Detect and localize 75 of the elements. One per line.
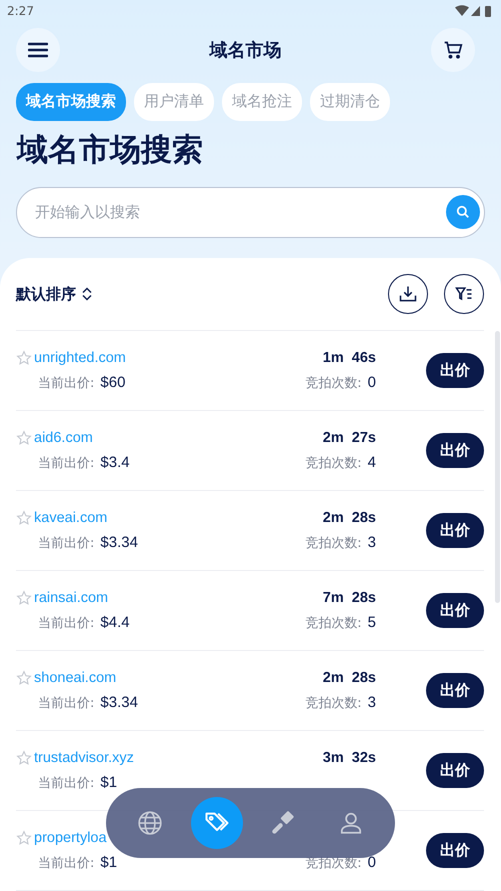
- bid-button[interactable]: 出价: [426, 833, 484, 868]
- bid-button[interactable]: 出价: [426, 433, 484, 468]
- download-button[interactable]: [388, 274, 428, 314]
- search-field[interactable]: 开始输入以搜索: [33, 202, 446, 222]
- price-value: $3.34: [100, 534, 138, 550]
- menu-button[interactable]: [16, 28, 60, 72]
- download-icon[interactable]: [398, 284, 418, 304]
- search-button[interactable]: [446, 195, 480, 230]
- filter-tab[interactable]: 用户清单: [134, 82, 214, 121]
- bids-value: 4: [368, 454, 376, 470]
- sort-button[interactable]: 默认排序: [16, 284, 92, 304]
- star-icon[interactable]: [16, 510, 32, 526]
- filter-tab[interactable]: 域名市场搜索: [16, 82, 126, 121]
- bids-value: 0: [368, 854, 376, 870]
- price-value: $4.4: [100, 614, 130, 630]
- price-value: $60: [100, 374, 126, 390]
- menu-icon[interactable]: [28, 42, 48, 58]
- price-label: 当前出价:: [38, 534, 94, 552]
- price-label: 当前出价:: [38, 854, 94, 872]
- filter-tab[interactable]: 域名抢注: [222, 82, 302, 121]
- bid-button[interactable]: 出价: [426, 673, 484, 708]
- bid-button[interactable]: 出价: [426, 593, 484, 628]
- time-remaining: 1m 46s: [322, 350, 376, 366]
- domain-link[interactable]: unrighted.com: [34, 350, 126, 366]
- time-remaining: 2m 28s: [322, 510, 376, 526]
- search-icon[interactable]: [456, 205, 470, 220]
- page-heading: 域名市场搜索: [17, 130, 204, 170]
- bids-value: 0: [368, 374, 376, 390]
- globe-icon: [136, 810, 163, 836]
- filter-button[interactable]: [444, 274, 484, 314]
- bids-label: 竞拍次数:: [305, 854, 362, 872]
- domain-link[interactable]: rainsai.com: [34, 590, 108, 606]
- price-value: $3.34: [100, 694, 138, 710]
- bids-value: 5: [368, 614, 376, 630]
- star-icon[interactable]: [16, 590, 32, 606]
- bid-button[interactable]: 出价: [426, 513, 484, 548]
- price-value: $1: [100, 774, 118, 790]
- price-value: $3.4: [100, 454, 130, 470]
- app-title: 域名市场: [210, 39, 282, 62]
- bids-label: 竞拍次数:: [305, 534, 362, 552]
- sort-icon[interactable]: [82, 287, 92, 301]
- price-label: 当前出价:: [38, 454, 94, 472]
- status-icons: [455, 4, 493, 17]
- bids-value: 3: [368, 694, 376, 710]
- search-bar[interactable]: 开始输入以搜索: [16, 186, 485, 238]
- time-remaining: 2m 28s: [322, 670, 376, 686]
- filter-tab[interactable]: 过期清仓: [310, 82, 390, 121]
- star-icon[interactable]: [16, 830, 32, 846]
- star-icon[interactable]: [16, 670, 32, 686]
- price-label: 当前出价:: [38, 374, 94, 392]
- time-remaining: 7m 28s: [322, 590, 376, 606]
- bid-button[interactable]: 出价: [426, 753, 484, 788]
- domain-link[interactable]: kaveai.com: [34, 510, 108, 526]
- bids-value: 3: [368, 534, 376, 550]
- price-label: 当前出价:: [38, 614, 94, 632]
- domain-link[interactable]: propertyloa: [34, 830, 107, 846]
- status-time: 2:27: [7, 4, 34, 18]
- time-remaining: 3m 32s: [322, 750, 376, 766]
- cart-icon[interactable]: [443, 40, 463, 60]
- bids-label: 竞拍次数:: [305, 614, 362, 632]
- time-remaining: 2m 27s: [322, 430, 376, 446]
- cart-button[interactable]: [431, 28, 475, 72]
- bids-label: 竞拍次数:: [305, 454, 362, 472]
- price-label: 当前出价:: [38, 774, 94, 792]
- domain-link[interactable]: shoneai.com: [34, 670, 116, 686]
- bids-label: 竞拍次数:: [305, 694, 362, 712]
- price-value: $1: [100, 854, 118, 870]
- star-icon[interactable]: [16, 750, 32, 766]
- domain-link[interactable]: trustadvisor.xyz: [34, 750, 134, 766]
- bid-button[interactable]: 出价: [426, 353, 484, 388]
- domain-link[interactable]: aid6.com: [34, 430, 93, 446]
- bids-label: 竞拍次数:: [305, 374, 362, 392]
- star-icon[interactable]: [16, 350, 32, 366]
- star-icon[interactable]: [16, 430, 32, 446]
- price-label: 当前出价:: [38, 694, 94, 712]
